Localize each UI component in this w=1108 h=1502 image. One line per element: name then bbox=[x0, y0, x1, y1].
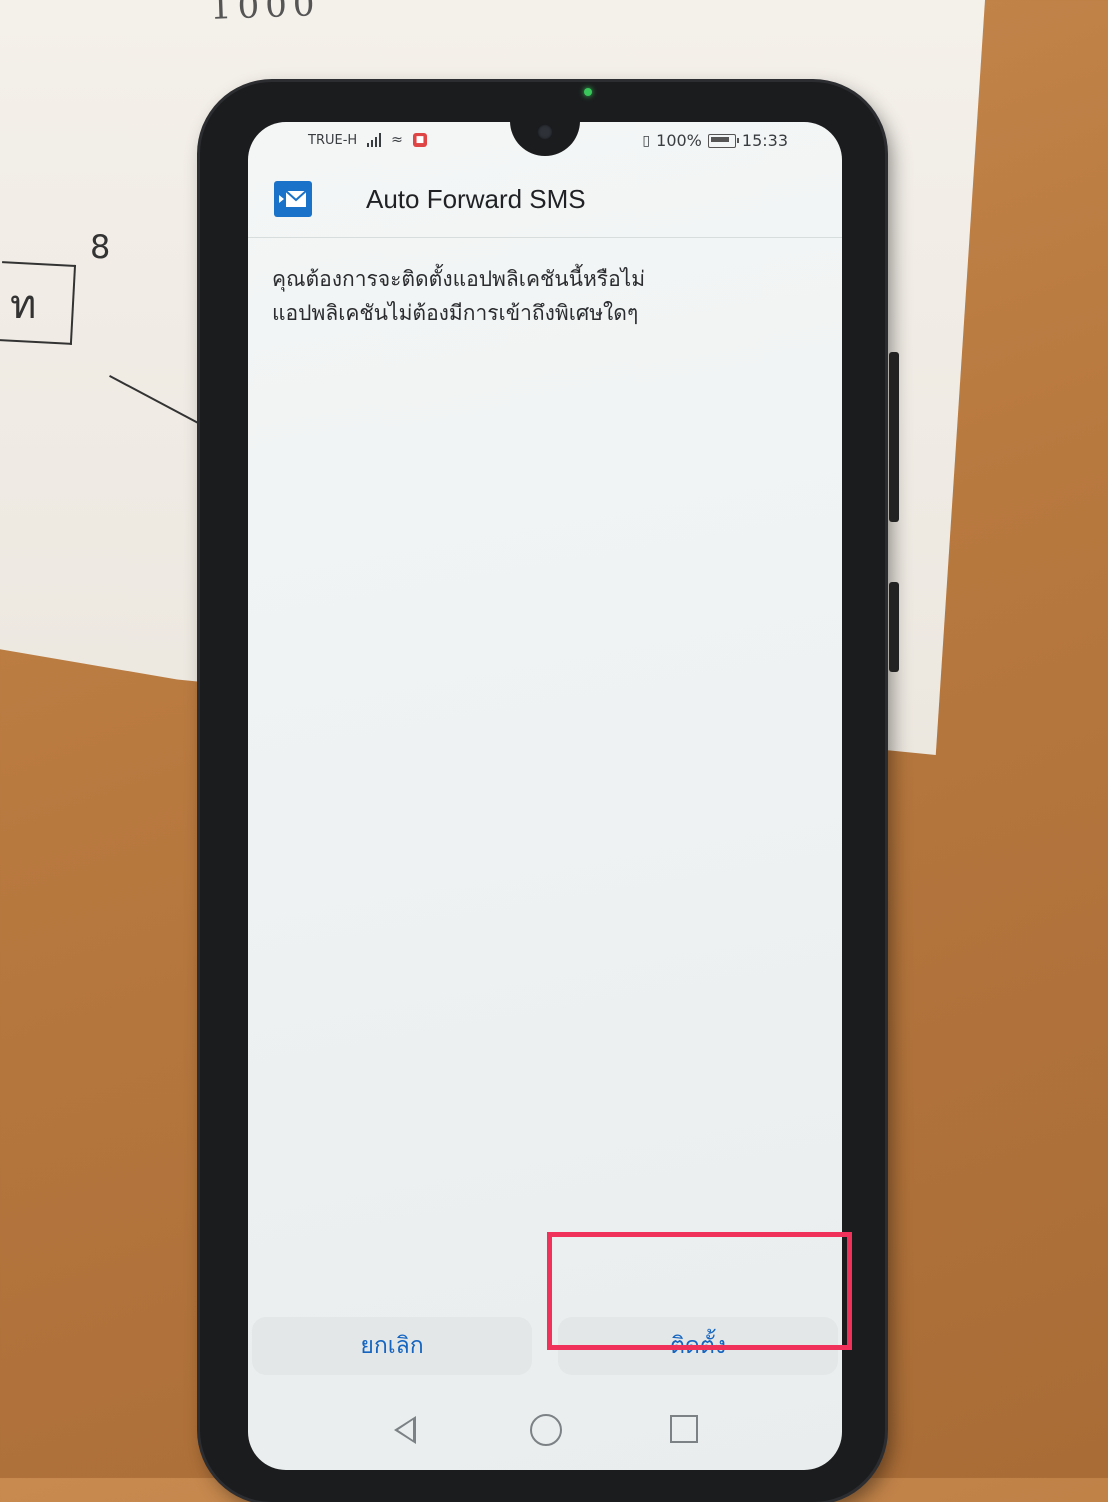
notification-app-icon: ■ bbox=[412, 133, 427, 147]
power-button bbox=[889, 582, 899, 672]
home-icon[interactable] bbox=[530, 1414, 562, 1446]
wifi-icon: ≈ bbox=[391, 132, 403, 148]
app-title: Auto Forward SMS bbox=[366, 184, 586, 214]
vibrate-icon: ▯ bbox=[642, 132, 651, 149]
volume-button bbox=[889, 352, 899, 522]
recent-apps-icon[interactable] bbox=[670, 1415, 698, 1443]
paper-handwriting: 1000 bbox=[209, 0, 322, 28]
navigation-bar bbox=[248, 1402, 842, 1458]
prompt-line-2: แอปพลิเคชันไม่ต้องมีการเข้าถึงพิเศษใดๆ bbox=[272, 301, 639, 325]
paper-mark: 8 bbox=[90, 228, 111, 266]
back-icon[interactable] bbox=[394, 1416, 416, 1444]
app-header: Auto Forward SMS bbox=[248, 162, 842, 238]
install-highlight-box bbox=[547, 1232, 852, 1350]
battery-percent: 100% bbox=[656, 131, 702, 150]
notification-led bbox=[584, 88, 592, 96]
sms-forward-icon bbox=[274, 181, 312, 217]
paper-box-character: ท bbox=[10, 282, 37, 328]
cancel-button[interactable]: ยกเลิก bbox=[252, 1317, 532, 1375]
clock: 15:33 bbox=[741, 131, 788, 150]
battery-icon bbox=[707, 133, 739, 148]
signal-icon bbox=[367, 133, 382, 147]
carrier-label: TRUE-H bbox=[308, 132, 358, 148]
prompt-line-1: คุณต้องการจะติดตั้งแอปพลิเคชันนี้หรือไม่ bbox=[272, 267, 646, 291]
install-prompt: คุณต้องการจะติดตั้งแอปพลิเคชันนี้หรือไม่… bbox=[272, 262, 812, 330]
front-camera-icon bbox=[537, 124, 553, 140]
